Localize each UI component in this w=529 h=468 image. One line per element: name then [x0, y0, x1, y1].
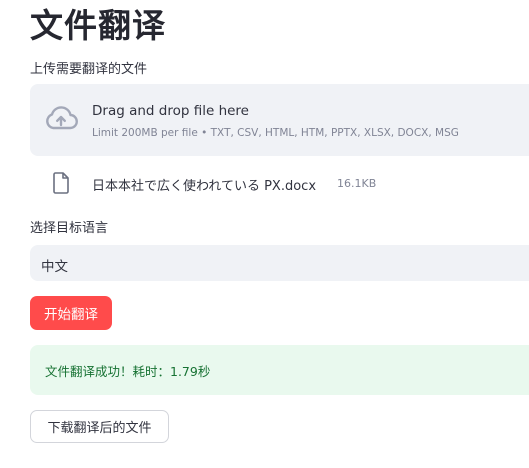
language-select-value: 中文 [41, 259, 68, 275]
language-select-label: 选择目标语言 [30, 221, 109, 236]
page-title: 文件翻译 [30, 6, 166, 45]
uploaded-file-size: 16.1KB [337, 177, 377, 190]
uploaded-file-item: 日本本社で広く使われている PX.docx 16.1KB [30, 166, 520, 200]
cloud-upload-icon [46, 106, 78, 130]
dropzone-limit-text: Limit 200MB per file • TXT, CSV, HTML, H… [92, 127, 459, 139]
page: 文件翻译 上传需要翻译的文件 Drag and drop file here L… [0, 0, 529, 468]
uploaded-file-name: 日本本社で広く使われている PX.docx [92, 179, 317, 194]
file-icon [53, 172, 69, 194]
start-translation-button[interactable]: 开始翻译 [30, 296, 112, 330]
language-select[interactable]: 中文 [30, 245, 529, 281]
dropzone-instruction: Drag and drop file here [92, 103, 249, 119]
success-alert: 文件翻译成功！耗时：1.79秒 [30, 345, 529, 395]
file-dropzone[interactable]: Drag and drop file here Limit 200MB per … [30, 84, 529, 156]
download-button[interactable]: 下载翻译后的文件 [30, 410, 169, 443]
uploader-label: 上传需要翻译的文件 [30, 62, 148, 77]
success-message: 文件翻译成功！耗时：1.79秒 [45, 364, 211, 379]
